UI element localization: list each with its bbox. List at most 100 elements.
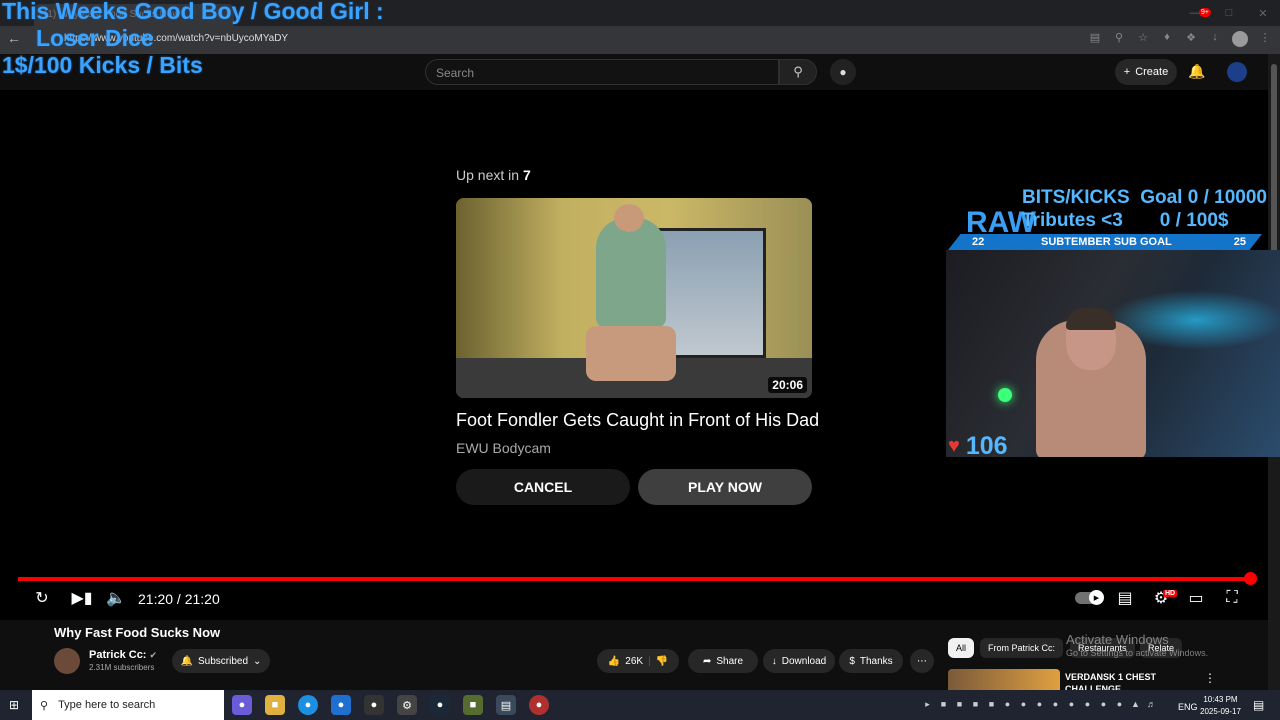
progress-bar[interactable] — [18, 577, 1250, 581]
search-input[interactable]: Search — [425, 59, 779, 85]
windows-taskbar: ⊞ ⚲ Type here to search ● ■ ● ● ● ⚙ ● ■ … — [0, 690, 1280, 720]
sidebar-video-thumbnail[interactable] — [948, 669, 1060, 691]
profile-avatar[interactable] — [1232, 31, 1248, 47]
account-avatar[interactable] — [1227, 62, 1247, 82]
thumb-person — [596, 218, 666, 328]
extension-icon[interactable]: ♦ — [1160, 31, 1174, 47]
channel-name[interactable]: Patrick Cc: ✔ — [89, 649, 157, 661]
taskbar-apps: ● ■ ● ● ● ⚙ ● ■ ▤ ● — [232, 695, 549, 715]
up-next-channel[interactable]: EWU Bodycam — [456, 440, 551, 456]
up-next-label: Up next in 7 — [456, 167, 531, 183]
zoom-icon[interactable]: ⚲ — [1112, 31, 1126, 47]
volume-icon[interactable]: 🔈 — [106, 589, 126, 607]
thanks-icon: $ — [849, 655, 855, 667]
maximize-icon[interactable]: □ — [1212, 0, 1246, 26]
microphone-icon[interactable]: ● — [830, 59, 856, 85]
sidebar-video-title[interactable]: VERDANSK 1 CHEST CHALLENGE — [1065, 671, 1185, 691]
subtitles-icon[interactable]: ▤ — [1115, 589, 1135, 607]
notification-icon[interactable]: ▤ — [1253, 698, 1264, 712]
app-icon-blue[interactable]: ● — [331, 695, 351, 715]
settings-icon[interactable]: ⚙ — [397, 695, 417, 715]
tray-icon-6[interactable]: ● — [1002, 699, 1013, 710]
progress-scrubber[interactable] — [1244, 572, 1257, 585]
bell-icon[interactable]: 🔔 — [1188, 63, 1205, 80]
star-icon[interactable]: ☆ — [1136, 31, 1150, 47]
app-icon-copilot[interactable]: ● — [232, 695, 252, 715]
tray-icon-5[interactable]: ■ — [986, 699, 997, 710]
share-button[interactable]: ➦ Share — [688, 649, 758, 673]
folder-icon[interactable]: ■ — [265, 695, 285, 715]
tray-icon-9[interactable]: ● — [1050, 699, 1061, 710]
download-icon: ↓ — [771, 655, 777, 667]
heart-count: 106 — [965, 432, 1008, 460]
countdown: 7 — [522, 167, 531, 183]
search-icon[interactable]: ⚲ — [779, 59, 817, 85]
play-now-button[interactable]: PLAY NOW — [638, 469, 812, 505]
tray-icon-2[interactable]: ■ — [938, 699, 949, 710]
volume-icon[interactable]: ♬ — [1146, 699, 1157, 710]
duration-badge: 20:06 — [768, 377, 807, 393]
chrome-icon[interactable]: ● — [529, 695, 549, 715]
create-label: Create — [1135, 66, 1169, 78]
share-icon: ➦ — [702, 655, 712, 667]
notification-badge: 9+ — [1199, 8, 1211, 17]
up-next-thumbnail[interactable]: 20:06 — [456, 198, 812, 398]
fullscreen-icon[interactable]: ⛶ — [1222, 589, 1242, 607]
create-button[interactable]: + Create — [1115, 59, 1177, 85]
taskbar-clock[interactable]: 10:43 PM 2025-09-17 — [1200, 694, 1241, 718]
download-button[interactable]: ↓ Download — [763, 649, 835, 673]
overlay-line-3: 1$/100 Kicks / Bits — [2, 52, 203, 78]
webcam-feed — [946, 250, 1280, 457]
windows-start-icon[interactable]: ⊞ — [9, 698, 23, 712]
overlay-line-1: This Weeks Good Boy / Good Girl : — [2, 0, 384, 24]
system-tray: ▸ ■ ■ ■ ■ ● ● ● ● ● ● ● ● ▲ ♬ — [922, 699, 1157, 710]
tributes-goal: Tributes <3 0 / 100$ — [1022, 210, 1229, 231]
puzzle-icon[interactable]: ❖ — [1184, 31, 1198, 47]
subscribed-button[interactable]: 🔔 Subscribed ⌄ — [172, 649, 270, 673]
tray-icon-7[interactable]: ● — [1018, 699, 1029, 710]
thumbs-down-icon[interactable]: 👎 — [656, 656, 668, 667]
tray-icon-11[interactable]: ● — [1082, 699, 1093, 710]
search-icon: ⚲ — [40, 699, 49, 712]
next-icon[interactable]: ▶▮ — [71, 589, 92, 607]
tray-icon-3[interactable]: ■ — [954, 699, 965, 710]
chevron-down-icon: ⌄ — [253, 655, 262, 667]
cancel-button[interactable]: CANCEL — [456, 469, 630, 505]
tray-icon-4[interactable]: ■ — [970, 699, 981, 710]
app-icon-dark[interactable]: ● — [364, 695, 384, 715]
chip-from-channel[interactable]: From Patrick Cc: — [980, 638, 1064, 658]
app-icon-window[interactable]: ▤ — [496, 695, 516, 715]
tray-icon-8[interactable]: ● — [1034, 699, 1045, 710]
taskbar-search[interactable]: ⚲ Type here to search — [32, 690, 224, 720]
bits-goal: BITS/KICKS Goal 0 / 10000 — [1022, 187, 1267, 208]
network-icon[interactable]: ▲ — [1130, 699, 1141, 710]
tray-icon-12[interactable]: ● — [1098, 699, 1109, 710]
close-icon[interactable]: ✕ — [1246, 0, 1280, 26]
bell-icon: 🔔 — [180, 655, 194, 667]
replay-icon[interactable]: ↻ — [32, 589, 52, 607]
tray-icon-1[interactable]: ▸ — [922, 699, 933, 710]
scrollbar-thumb[interactable] — [1271, 64, 1277, 254]
theater-mode-icon[interactable]: ▭ — [1186, 589, 1206, 607]
tray-icon-10[interactable]: ● — [1066, 699, 1077, 710]
app-icon-green[interactable]: ■ — [463, 695, 483, 715]
sidebar-more-icon[interactable]: ⋮ — [1204, 671, 1216, 685]
downloads-icon[interactable]: ↓ — [1208, 31, 1222, 47]
sub-goal-current: 22 — [972, 236, 985, 248]
thumb-legs — [586, 326, 676, 381]
language-indicator[interactable]: ENG — [1178, 702, 1198, 712]
chip-all[interactable]: All — [948, 638, 975, 658]
like-dislike-button[interactable]: 👍 26K | 👎 — [597, 649, 679, 673]
activate-windows-watermark: Activate Windows Go to Settings to activ… — [1066, 632, 1209, 658]
more-actions-icon[interactable]: ⋯ — [910, 649, 934, 673]
thanks-button[interactable]: $ Thanks — [839, 649, 903, 673]
steam-icon[interactable]: ● — [430, 695, 450, 715]
tray-icon-13[interactable]: ● — [1114, 699, 1125, 710]
up-next-title[interactable]: Foot Fondler Gets Caught in Front of His… — [456, 410, 819, 431]
install-icon[interactable]: ▤ — [1088, 31, 1102, 47]
thumbs-up-icon[interactable]: 👍 — [608, 656, 620, 667]
menu-icon[interactable]: ⋮ — [1258, 31, 1272, 47]
channel-avatar[interactable] — [54, 648, 80, 674]
edge-icon[interactable]: ● — [298, 695, 318, 715]
thumb-head — [614, 204, 644, 232]
